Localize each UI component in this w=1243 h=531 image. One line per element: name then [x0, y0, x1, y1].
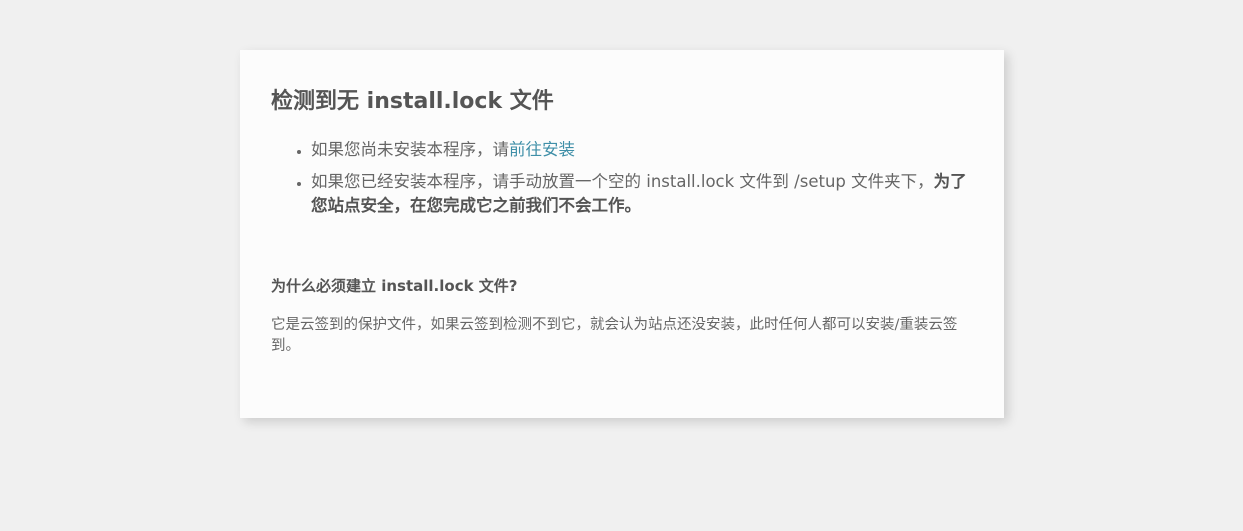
instruction-list: 如果您尚未安装本程序，请前往安装 如果您已经安装本程序，请手动放置一个空的 in… — [271, 138, 973, 218]
list-item: 如果您已经安装本程序，请手动放置一个空的 install.lock 文件到 /s… — [311, 170, 973, 218]
item-text: 如果您已经安装本程序，请手动放置一个空的 install.lock 文件到 /s… — [311, 172, 934, 191]
page-title: 检测到无 install.lock 文件 — [271, 89, 554, 114]
notice-card: 检测到无 install.lock 文件 如果您尚未安装本程序，请前往安装 如果… — [240, 50, 1004, 418]
install-link[interactable]: 前往安装 — [509, 140, 575, 159]
item-text: 如果您尚未安装本程序，请 — [311, 140, 509, 159]
list-item: 如果您尚未安装本程序，请前往安装 — [311, 138, 973, 162]
why-text: 它是云签到的保护文件，如果云签到检测不到它，就会认为站点还没安装，此时任何人都可… — [271, 317, 958, 354]
why-heading: 为什么必须建立 install.lock 文件? — [271, 277, 518, 295]
